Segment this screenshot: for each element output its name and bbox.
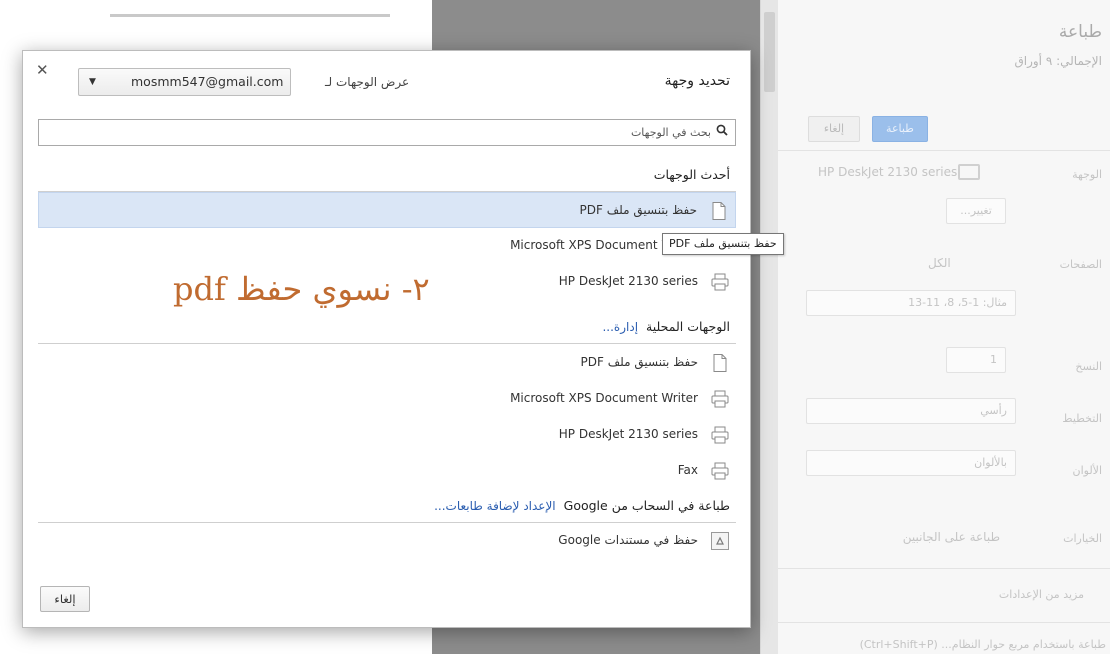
- dialog-title: تحديد وجهة: [664, 73, 730, 89]
- destination-row[interactable]: Microsoft XPS Document Writer: [38, 228, 736, 264]
- settings-print-button[interactable]: طباعة: [872, 116, 928, 142]
- cloud-print-title: طباعة في السحاب من Google الإعداد لإضافة …: [434, 498, 730, 513]
- close-icon[interactable]: ✕: [36, 61, 49, 79]
- pdf-icon: [709, 201, 729, 221]
- destination-row[interactable]: Microsoft XPS Document Writer: [38, 381, 736, 417]
- printer-icon: [710, 461, 730, 481]
- printer-icon: [710, 389, 730, 409]
- system-dialog-link[interactable]: طباعة باستخدام مربع حوار النظام... (Ctrl…: [860, 638, 1106, 651]
- printer-icon: [710, 425, 730, 445]
- settings-sheet-count: الإجمالي: ٩ أوراق: [1014, 54, 1102, 68]
- destination-label: حفظ بتنسيق ملف PDF: [579, 203, 697, 217]
- search-input[interactable]: [71, 123, 711, 142]
- scrollbar-thumb[interactable]: [764, 12, 775, 92]
- destination-label: Microsoft XPS Document Writer: [510, 391, 698, 405]
- destination-label: HP DeskJet 2130 series: [558, 274, 698, 288]
- destination-value: HP DeskJet 2130 series: [818, 165, 958, 179]
- google-drive-icon: [710, 531, 730, 551]
- destination-row[interactable]: HP DeskJet 2130 series: [38, 417, 736, 453]
- destination-label: Fax: [677, 463, 698, 477]
- destination-label: حفظ بتنسيق ملف PDF: [580, 355, 698, 369]
- recent-destinations-title: أحدث الوجهات: [654, 167, 730, 182]
- print-settings-panel: طباعة الإجمالي: ٩ أوراق طباعة إلغاء الوج…: [778, 0, 1110, 654]
- divider: [778, 150, 1110, 151]
- copies-label: النسخ: [1075, 360, 1102, 373]
- manage-link[interactable]: إدارة...: [602, 320, 638, 334]
- caret-down-icon: ▼: [89, 77, 96, 87]
- settings-cancel-button[interactable]: إلغاء: [808, 116, 860, 142]
- pages-label: الصفحات: [1059, 258, 1102, 271]
- local-title-text: الوجهات المحلية: [646, 319, 730, 334]
- layout-select[interactable]: رأسي: [806, 398, 1016, 424]
- recent-title-text: أحدث الوجهات: [653, 167, 730, 182]
- destination-row[interactable]: حفظ في مستندات Google: [38, 523, 736, 559]
- search-icon: [716, 124, 728, 136]
- more-settings-link[interactable]: مزيد من الإعدادات: [999, 588, 1084, 601]
- change-destination-button[interactable]: تغيير...: [946, 198, 1006, 224]
- pages-range-input[interactable]: مثال: 1-5، 8، 11-13: [806, 290, 1016, 316]
- divider: [778, 622, 1110, 623]
- divider: [778, 568, 1110, 569]
- account-select[interactable]: ▼ mosmm547@gmail.com: [78, 68, 291, 96]
- account-label: عرض الوجهات لـ: [325, 75, 410, 89]
- local-destinations-title: الوجهات المحلية إدارة...: [602, 319, 730, 334]
- options-label: الخيارات: [1063, 532, 1102, 545]
- destination-label: HP DeskJet 2130 series: [558, 427, 698, 441]
- preview-scrollbar[interactable]: [760, 0, 778, 654]
- destination-search-box[interactable]: [38, 119, 736, 146]
- layout-label: التخطيط: [1062, 412, 1102, 425]
- destination-row[interactable]: حفظ بتنسيق ملف PDF: [38, 192, 736, 228]
- annotation-text: ٢- نسوي حفظ pdf: [173, 270, 430, 308]
- pages-all-radio[interactable]: الكل: [928, 256, 951, 270]
- settings-title: طباعة: [1058, 22, 1102, 42]
- pdf-icon: [710, 353, 730, 373]
- destination-row[interactable]: Fax: [38, 453, 736, 489]
- preview-text-line: [110, 14, 390, 17]
- account-email: mosmm547@gmail.com: [131, 74, 284, 89]
- destination-label: حفظ في مستندات Google: [558, 533, 698, 547]
- printer-icon: [958, 164, 980, 180]
- cloud-title-text: طباعة في السحاب من Google: [563, 498, 730, 513]
- section-divider: [38, 343, 736, 344]
- cancel-button[interactable]: إلغاء: [40, 586, 90, 612]
- destination-tooltip: حفظ بتنسيق ملف PDF: [662, 233, 784, 255]
- destination-label: الوجهة: [1072, 168, 1102, 181]
- printer-icon: [710, 272, 730, 292]
- copies-input[interactable]: 1: [946, 347, 1006, 373]
- select-destination-dialog: ✕ تحديد وجهة عرض الوجهات لـ ▼ mosmm547@g…: [22, 50, 751, 628]
- destination-row[interactable]: حفظ بتنسيق ملف PDF: [38, 345, 736, 381]
- two-sided-checkbox[interactable]: طباعة على الجانبين: [903, 530, 1000, 544]
- color-label: الألوان: [1072, 464, 1103, 477]
- color-select[interactable]: بالألوان: [806, 450, 1016, 476]
- setup-printers-link[interactable]: الإعداد لإضافة طابعات...: [434, 499, 556, 513]
